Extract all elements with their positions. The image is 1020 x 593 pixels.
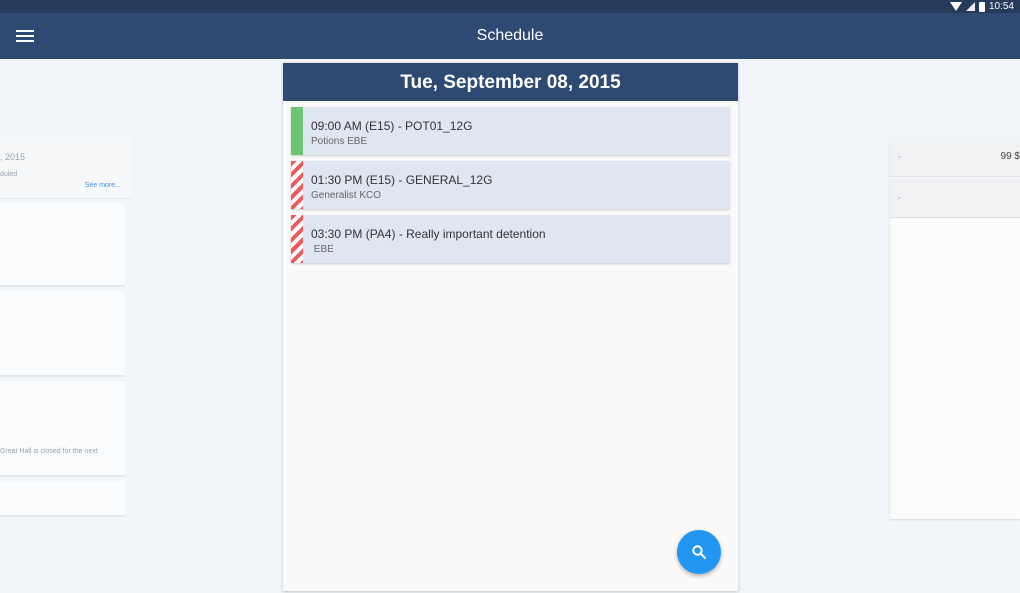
schedule-event[interactable]: 03:30 PM (PA4) - Really important detent…: [291, 215, 730, 263]
see-more-link[interactable]: See more...: [85, 182, 121, 189]
day-date-header: Tue, September 08, 2015: [283, 63, 738, 101]
previous-day-item: [0, 203, 125, 287]
previous-day-header: , 2015 duled See more...: [0, 137, 131, 199]
status-icons: 10:54: [949, 0, 1014, 13]
chevron-icon: ⌄: [896, 151, 903, 160]
chevron-icon: ⌄: [896, 192, 903, 201]
previous-day-item: [0, 481, 125, 517]
schedule-event[interactable]: 09:00 AM (E15) - POT01_12G Potions EBE: [291, 107, 730, 155]
next-day-value: 99 $: [1000, 151, 1020, 162]
next-day-row: ⌄ 99 $: [890, 137, 1020, 177]
day-card: Tue, September 08, 2015 09:00 AM (E15) -…: [283, 63, 738, 591]
previous-day-subtitle: duled: [0, 171, 18, 178]
event-subtitle: Generalist KCO: [311, 190, 382, 201]
schedule-event[interactable]: 01:30 PM (E15) - GENERAL_12G Generalist …: [291, 161, 730, 209]
event-title: 09:00 AM (E15) - POT01_12G: [311, 119, 473, 133]
previous-day-page[interactable]: , 2015 duled See more... Great Hall is c…: [0, 137, 131, 519]
previous-day-note: Great Hall is closed for the next: [0, 448, 98, 455]
previous-day-item: Great Hall is closed for the next: [0, 381, 125, 477]
status-time: 10:54: [988, 1, 1014, 12]
next-day-row: ⌄: [890, 178, 1020, 218]
search-icon: [692, 545, 707, 560]
event-title: 03:30 PM (PA4) - Really important detent…: [311, 227, 546, 241]
previous-day-item: [0, 291, 125, 377]
app-title: Schedule: [476, 27, 544, 44]
search-fab[interactable]: [677, 530, 721, 574]
app-bar: Schedule: [0, 13, 1020, 59]
wifi-icon: [949, 2, 962, 11]
previous-day-date: , 2015: [0, 152, 26, 162]
status-bar: 10:54: [0, 0, 1020, 13]
next-day-page[interactable]: ⌄ 99 $ ⌄: [890, 137, 1020, 519]
event-status-bar: [291, 215, 303, 263]
signal-icon: [965, 2, 975, 11]
event-title: 01:30 PM (E15) - GENERAL_12G: [311, 173, 493, 187]
event-status-bar: [291, 107, 303, 155]
battery-icon: [978, 1, 985, 12]
event-subtitle: EBE: [311, 244, 334, 255]
event-status-bar: [291, 161, 303, 209]
event-subtitle: Potions EBE: [311, 136, 368, 147]
